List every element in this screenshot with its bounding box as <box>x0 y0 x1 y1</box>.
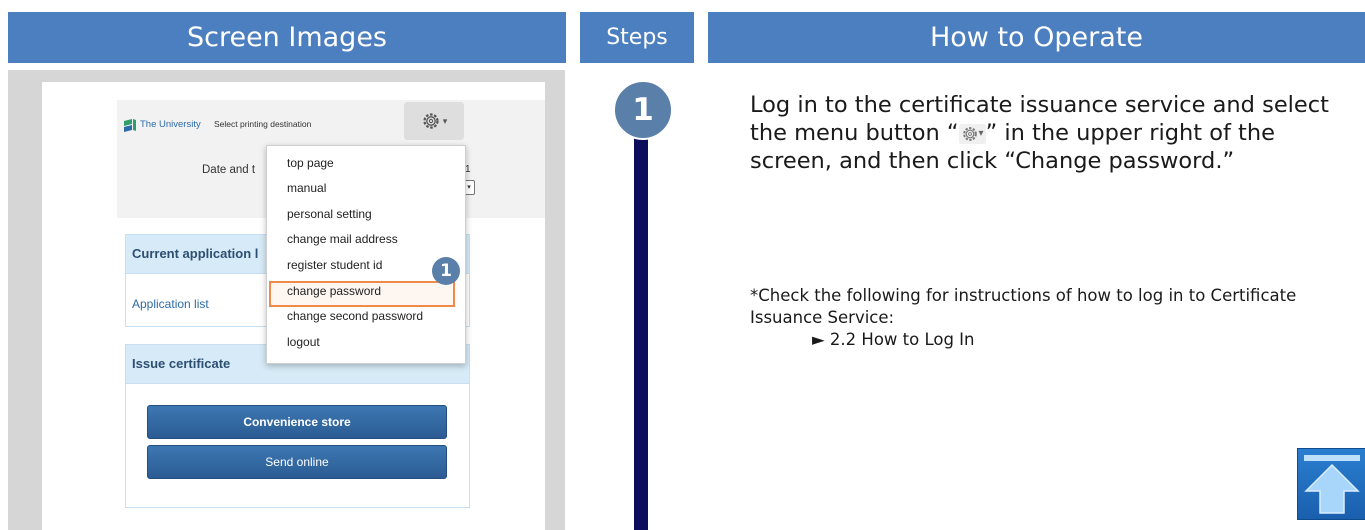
gear-icon <box>962 126 977 141</box>
back-to-top-button[interactable] <box>1297 448 1365 520</box>
chevron-down-icon: ▾ <box>442 115 448 126</box>
steps-header-label: Steps <box>606 25 668 50</box>
menu-item-manual[interactable]: manual <box>287 181 326 195</box>
menu-item-change-password[interactable]: change password <box>287 284 381 298</box>
menu-item-change-mail-address[interactable]: change mail address <box>287 232 398 246</box>
menu-item-change-second-password[interactable]: change second password <box>287 309 423 323</box>
screen-images-header: Screen Images <box>8 12 566 63</box>
application-list-link[interactable]: Application list <box>132 297 209 311</box>
instruction-text: Log in to the certificate issuance servi… <box>750 91 1340 175</box>
arrow-up-icon <box>1304 455 1360 514</box>
logo-text: The University <box>140 119 201 130</box>
step-number-badge: 1 <box>613 80 673 140</box>
how-to-operate-header: How to Operate <box>708 12 1365 63</box>
login-note-text: *Check the following for instructions of… <box>750 286 1297 327</box>
steps-header: Steps <box>580 12 694 63</box>
screen-image: The University Select printing destinati… <box>42 82 545 530</box>
select-printing-destination[interactable]: Select printing destination <box>214 119 311 129</box>
send-online-label: Send online <box>265 455 329 469</box>
menu-item-register-student-id[interactable]: register student id <box>287 258 382 272</box>
menu-item-logout[interactable]: logout <box>287 335 320 349</box>
menu-item-top-page[interactable]: top page <box>287 156 334 170</box>
dropdown-menu: top page manual personal setting change … <box>266 145 466 364</box>
inline-menu-icon: ▾ <box>958 123 986 144</box>
login-note: *Check the following for instructions of… <box>750 285 1350 351</box>
gear-icon <box>423 113 439 129</box>
date-label: Date and t <box>202 164 256 176</box>
step-line <box>634 125 648 530</box>
convenience-store-button[interactable]: Convenience store <box>147 405 447 439</box>
menu-button[interactable]: ▾ <box>404 102 464 140</box>
callout-badge: 1 <box>432 257 460 285</box>
university-logo-icon <box>124 119 136 132</box>
how-to-operate-header-label: How to Operate <box>929 22 1144 53</box>
screen-images-header-label: Screen Images <box>186 22 388 53</box>
issue-certificate-card: Issue certificate Convenience store Send… <box>125 344 470 508</box>
menu-item-personal-setting[interactable]: personal setting <box>287 207 372 221</box>
chevron-down-icon: ▾ <box>978 127 984 139</box>
convenience-store-label: Convenience store <box>243 415 351 429</box>
how-to-login-link[interactable]: ► 2.2 How to Log In <box>812 329 1350 351</box>
send-online-button[interactable]: Send online <box>147 445 447 479</box>
